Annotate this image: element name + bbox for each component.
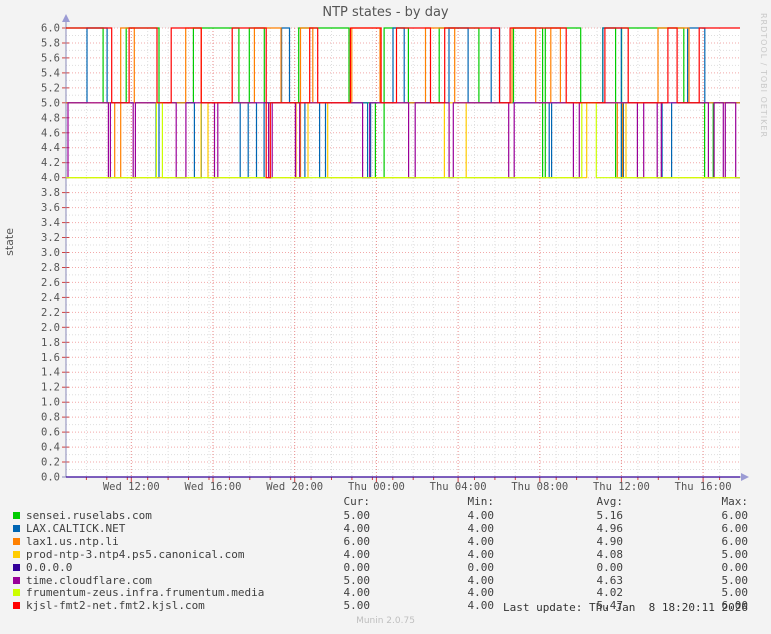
series-avg: 4.96 — [596, 521, 624, 535]
series-cur: 5.00 — [343, 509, 371, 522]
legend-row: prod-ntp-3.ntp4.ps5.canonical.com 4.00 4.0… — [0, 548, 771, 561]
series-color-swatch — [13, 589, 20, 597]
legend-header-avg: Avg: — [596, 495, 624, 508]
series-color-swatch — [13, 563, 20, 571]
legend-row: LAX.CALTICK.NET 4.00 4.00 4.96 6.00 — [0, 522, 771, 535]
series-color-swatch — [13, 524, 20, 532]
series-max: 5.00 — [721, 573, 749, 587]
legend-header: Cur: Min: Avg: Max: — [0, 495, 771, 508]
series-label: 0.0.0.0 — [26, 560, 73, 574]
series-avg: 4.08 — [596, 547, 624, 561]
series-max: 6.00 — [721, 534, 749, 548]
series-label: frumentum-zeus.infra.frumentum.media — [26, 586, 265, 600]
series-max: 0.00 — [721, 560, 749, 574]
legend-row: frumentum-zeus.infra.frumentum.media 4.00… — [0, 586, 771, 599]
legend: Cur: Min: Avg: Max: sensei.ruselabs.com 5… — [0, 0, 771, 634]
series-label: prod-ntp-3.ntp4.ps5.canonical.com — [26, 547, 245, 561]
series-color-swatch — [13, 512, 20, 519]
series-min: 4.00 — [467, 547, 495, 561]
series-label: lax1.us.ntp.li — [26, 534, 119, 548]
series-min: 4.00 — [467, 534, 495, 548]
series-label: sensei.ruselabs.com — [26, 509, 152, 522]
series-avg: 0.00 — [596, 560, 624, 574]
series-min: 4.00 — [467, 521, 495, 535]
series-label: LAX.CALTICK.NET — [26, 521, 126, 535]
series-min: 4.00 — [467, 509, 495, 522]
series-cur: 5.00 — [343, 573, 371, 587]
series-max: 6.00 — [721, 509, 749, 522]
legend-header-min: Min: — [467, 495, 495, 508]
munin-version: Munin 2.0.75 — [356, 616, 415, 626]
series-cur: 4.00 — [343, 586, 371, 600]
series-min: 0.00 — [467, 560, 495, 574]
series-cur: 6.00 — [343, 534, 371, 548]
series-avg: 4.90 — [596, 534, 624, 548]
series-max: 5.00 — [721, 586, 749, 600]
series-min: 4.00 — [467, 586, 495, 600]
series-min: 4.00 — [467, 599, 495, 613]
last-update: Last update: Thu Jan 8 18:20:11 2026 — [502, 601, 748, 614]
series-cur: 0.00 — [343, 560, 371, 574]
series-color-swatch — [13, 537, 20, 545]
series-avg: 4.63 — [596, 573, 624, 587]
series-label: time.cloudflare.com — [26, 573, 152, 587]
series-max: 5.00 — [721, 547, 749, 561]
legend-row: time.cloudflare.com 5.00 4.00 4.63 5.00 — [0, 574, 771, 587]
legend-header-max: Max: — [721, 495, 749, 508]
series-min: 4.00 — [467, 573, 495, 587]
legend-row: lax1.us.ntp.li 6.00 4.00 4.90 6.00 — [0, 535, 771, 548]
munin-ntp-graph: NTP states - by day state RRDTOOL / TOBI… — [0, 0, 771, 634]
legend-row: sensei.ruselabs.com 5.00 4.00 5.16 6.00 — [0, 509, 771, 522]
series-cur: 5.00 — [343, 599, 371, 613]
series-cur: 4.00 — [343, 547, 371, 561]
series-max: 6.00 — [721, 521, 749, 535]
legend-header-cur: Cur: — [343, 495, 371, 508]
legend-row: 0.0.0.0 0.00 0.00 0.00 0.00 — [0, 561, 771, 574]
series-color-swatch — [13, 576, 20, 584]
series-avg: 5.16 — [596, 509, 624, 522]
series-label: kjsl-fmt2-net.fmt2.kjsl.com — [26, 599, 205, 613]
series-cur: 4.00 — [343, 521, 371, 535]
series-color-swatch — [13, 550, 20, 558]
series-avg: 4.02 — [596, 586, 624, 600]
series-color-swatch — [13, 602, 20, 610]
